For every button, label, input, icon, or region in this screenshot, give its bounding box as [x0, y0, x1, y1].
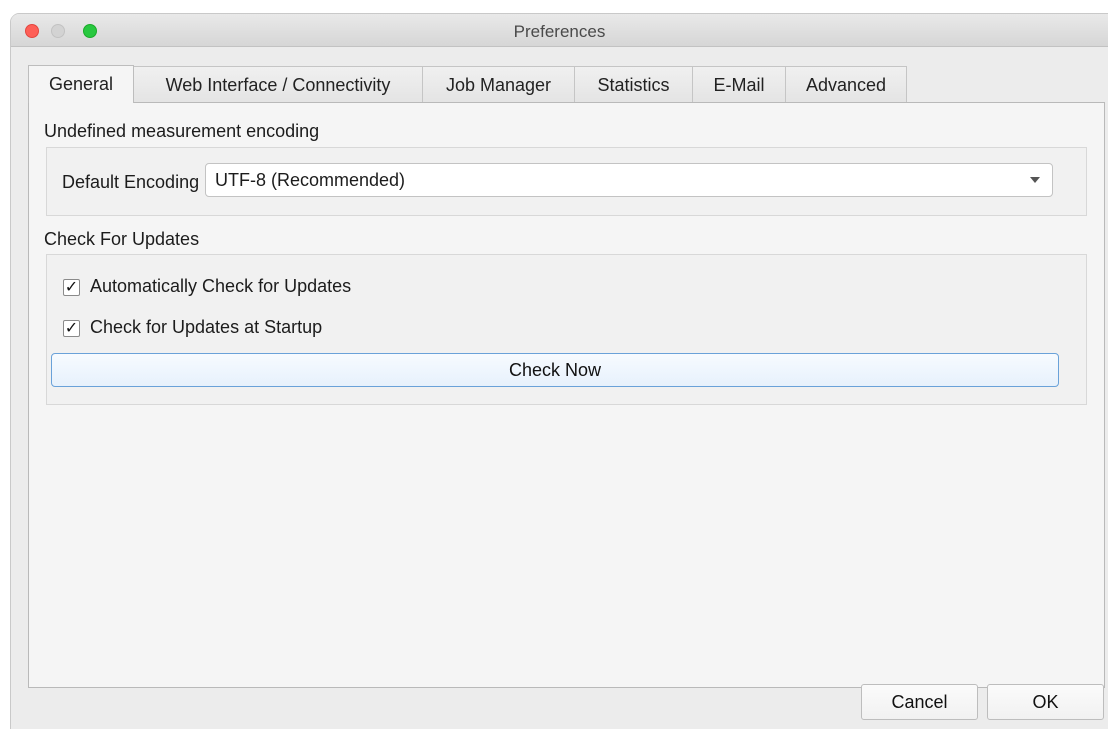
- check-now-button[interactable]: Check Now: [51, 353, 1059, 387]
- auto-check-label: Automatically Check for Updates: [90, 276, 352, 296]
- tab-statistics[interactable]: Statistics: [574, 66, 693, 102]
- ok-button[interactable]: OK: [987, 684, 1104, 720]
- preferences-window: Preferences General Web Interface / Conn…: [11, 14, 1108, 729]
- updates-section-title: Check For Updates: [44, 229, 200, 249]
- tab-web-interface[interactable]: Web Interface / Connectivity: [133, 66, 423, 102]
- title-bar[interactable]: Preferences: [11, 14, 1108, 47]
- tab-general[interactable]: General: [28, 65, 134, 103]
- startup-check-label: Check for Updates at Startup: [90, 317, 323, 337]
- auto-check-checkbox[interactable]: ✓: [63, 279, 80, 296]
- startup-check-checkbox[interactable]: ✓: [63, 320, 80, 337]
- chevron-down-icon: [1030, 177, 1040, 183]
- tab-advanced[interactable]: Advanced: [785, 66, 907, 102]
- window-title: Preferences: [513, 22, 606, 41]
- default-encoding-select[interactable]: UTF-8 (Recommended): [205, 163, 1053, 197]
- cancel-button[interactable]: Cancel: [861, 684, 978, 720]
- tab-job-manager[interactable]: Job Manager: [422, 66, 575, 102]
- default-encoding-label: Default Encoding: [62, 172, 200, 192]
- encoding-section-title: Undefined measurement encoding: [44, 121, 320, 141]
- tab-email[interactable]: E-Mail: [692, 66, 786, 102]
- default-encoding-value: UTF-8 (Recommended): [215, 170, 406, 190]
